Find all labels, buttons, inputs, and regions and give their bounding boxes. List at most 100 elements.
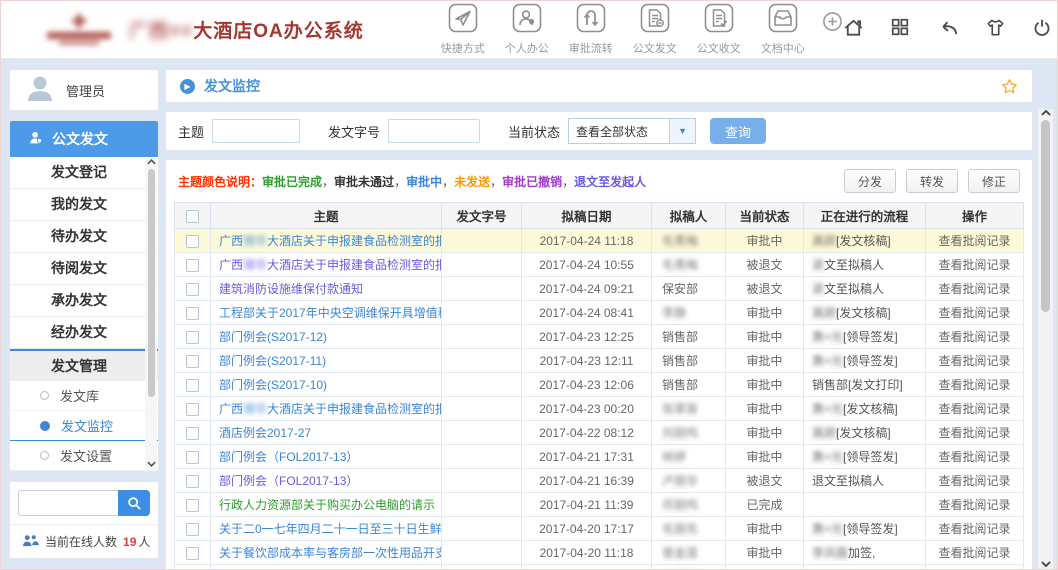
column-header: 操作 [926, 203, 1024, 229]
view-records-link[interactable]: 查看批阅记录 [938, 522, 1010, 536]
row-checkbox[interactable] [186, 427, 199, 440]
table-header-row: 主题发文字号拟稿日期拟稿人当前状态正在进行的流程操作 [175, 203, 1024, 229]
sidebar-search-card: 当前在线人数 19人 [9, 481, 159, 559]
sidebar-section-fawenguanli[interactable]: 发文管理 [10, 349, 158, 381]
app-title-redacted: 广西×× [129, 21, 193, 42]
scrollbar-thumb[interactable] [148, 169, 155, 397]
add-shortcut-button[interactable] [822, 11, 843, 37]
column-header: 正在进行的流程 [804, 203, 926, 229]
scroll-up-icon[interactable] [1041, 109, 1051, 117]
toolbar-item-doc-send[interactable]: 公文发文 [628, 3, 682, 56]
scroll-down-icon[interactable] [1041, 560, 1051, 568]
subject-link[interactable]: 行政人力资源部关于购买办公电脑的请示 [219, 498, 435, 512]
view-records-link[interactable]: 查看批阅记录 [938, 378, 1010, 392]
search-button[interactable]: 查询 [710, 118, 766, 144]
results-card: 主题颜色说明：审批已完成，审批未通过，审批中，未发送，审批已撤销，退文至发起人 … [165, 159, 1033, 570]
view-records-link[interactable]: 查看批阅记录 [938, 450, 1010, 464]
page-title-bar: ▶ 发文监控 [165, 69, 1033, 103]
scroll-down-icon[interactable] [147, 460, 156, 468]
subject-link[interactable]: 酒店例会2017-27 [219, 426, 311, 440]
sidebar-item[interactable]: 我的发文 [10, 189, 158, 221]
view-records-link[interactable]: 查看批阅记录 [938, 282, 1010, 296]
row-checkbox[interactable] [186, 283, 199, 296]
view-records-link[interactable]: 查看批阅记录 [938, 498, 1010, 512]
toolbar-item-shortcut[interactable]: 快捷方式 [436, 3, 490, 56]
sidebar-subitem[interactable]: 发文监控 [10, 411, 158, 441]
row-checkbox[interactable] [186, 451, 199, 464]
online-users-row: 当前在线人数 19人 [10, 524, 158, 558]
action-button[interactable]: 转发 [906, 169, 958, 193]
row-checkbox[interactable] [186, 403, 199, 416]
subject-link[interactable]: 广西锦华大酒店关于申报建食品检测室的报告 [219, 234, 442, 248]
action-button[interactable]: 修正 [968, 169, 1020, 193]
row-checkbox[interactable] [186, 235, 199, 248]
subject-link[interactable]: 部门例会(S2017-10) [219, 378, 327, 392]
flow-arrows-icon [576, 3, 606, 38]
subject-link[interactable]: 广西锦华大酒店关于申报建食品检测室的报告 [219, 402, 442, 416]
select-all-checkbox[interactable] [186, 210, 199, 223]
legend-item: 审批未通过 [334, 175, 394, 189]
sidebar-item[interactable]: 发文登记 [10, 157, 158, 189]
toolbar-item-doc-receive[interactable]: 公文收文 [692, 3, 746, 56]
sidebar-search-input[interactable] [18, 490, 118, 516]
docno-filter-input[interactable] [388, 119, 480, 143]
subject-link[interactable]: 建筑消防设施维保付款通知 [219, 282, 363, 296]
scrollbar-thumb[interactable] [1041, 120, 1050, 312]
column-header: 主题 [211, 203, 442, 229]
scroll-up-icon[interactable] [147, 158, 156, 166]
subject-link[interactable]: 部门例会(S2017-11) [219, 354, 326, 368]
back-button[interactable] [936, 17, 959, 43]
toolbar-item-doc-center[interactable]: 文档中心 [756, 3, 810, 56]
view-records-link[interactable]: 查看批阅记录 [938, 426, 1010, 440]
row-checkbox[interactable] [186, 523, 199, 536]
subject-link[interactable]: 部门例会（FOL2017-13） [219, 474, 358, 488]
home-button[interactable] [843, 17, 864, 43]
apps-grid-button[interactable] [890, 17, 910, 42]
sidebar-search-button[interactable] [118, 490, 150, 516]
row-checkbox[interactable] [186, 499, 199, 512]
view-records-link[interactable]: 查看批阅记录 [938, 474, 1010, 488]
table-row: 关于二0一七年四月二十一日至三十日生鲜原料定价的报告2017-04-20 17:… [175, 517, 1024, 541]
main-content: ▶ 发文监控 主题 发文字号 当前状态 查看全部状态 ▼ 查询 [165, 69, 1033, 570]
subject-link[interactable]: 广西锦华大酒店关于申报建食品检测室的报告 [219, 258, 442, 272]
chevron-down-icon[interactable]: ▼ [669, 119, 695, 143]
sidebar-item[interactable]: 待阅发文 [10, 253, 158, 285]
row-checkbox[interactable] [186, 259, 199, 272]
main-scrollbar[interactable] [1038, 109, 1053, 570]
row-checkbox[interactable] [186, 355, 199, 368]
sidebar-module-header[interactable]: 公文发文 [10, 121, 158, 157]
row-checkbox[interactable] [186, 475, 199, 488]
row-checkbox[interactable] [186, 379, 199, 392]
subject-filter-input[interactable] [212, 119, 300, 143]
theme-shirt-button[interactable] [985, 17, 1006, 43]
page-body: 管理员 公文发文 发文登记我的发文待办发文待阅发文承办发文经办发文 发文管理 发… [1, 59, 1057, 570]
subject-link[interactable]: 部门例会（FOL2017-13） [219, 450, 358, 464]
sidebar-scrollbar[interactable] [145, 158, 157, 470]
view-records-link[interactable]: 查看批阅记录 [938, 306, 1010, 320]
view-records-link[interactable]: 查看批阅记录 [938, 402, 1010, 416]
subject-link[interactable]: 关于餐饮部成本率与客房部一次性用品开支情况的报告 锦财报[2017]5号 [219, 546, 442, 560]
sidebar-item[interactable]: 待办发文 [10, 221, 158, 253]
view-records-link[interactable]: 查看批阅记录 [938, 258, 1010, 272]
sidebar-subitem[interactable]: 发文设置 [10, 441, 158, 471]
subject-link[interactable]: 部门例会(S2017-12) [219, 330, 327, 344]
sidebar-subitem[interactable]: 发文库 [10, 381, 158, 411]
row-checkbox[interactable] [186, 331, 199, 344]
toolbar-item-personal-office[interactable]: 个人办公 [500, 3, 554, 56]
row-checkbox[interactable] [186, 307, 199, 320]
subject-link[interactable]: 工程部关于2017年中央空调维保开具增值税普通发票的请示 [219, 306, 442, 320]
view-records-link[interactable]: 查看批阅记录 [938, 546, 1010, 560]
action-button[interactable]: 分发 [844, 169, 896, 193]
view-records-link[interactable]: 查看批阅记录 [938, 354, 1010, 368]
row-checkbox[interactable] [186, 547, 199, 560]
view-records-link[interactable]: 查看批阅记录 [938, 330, 1010, 344]
favorite-star-icon[interactable] [1001, 78, 1018, 95]
view-records-link[interactable]: 查看批阅记录 [938, 234, 1010, 248]
sidebar-item[interactable]: 经办发文 [10, 317, 158, 349]
legend-item: 退文至发起人 [574, 175, 646, 189]
sidebar-item[interactable]: 承办发文 [10, 285, 158, 317]
power-button[interactable] [1032, 17, 1052, 43]
toolbar-item-approval-flow[interactable]: 审批流转 [564, 3, 618, 56]
status-select[interactable]: 查看全部状态 ▼ [568, 118, 696, 144]
subject-link[interactable]: 关于二0一七年四月二十一日至三十日生鲜原料定价的报告 [219, 522, 442, 536]
